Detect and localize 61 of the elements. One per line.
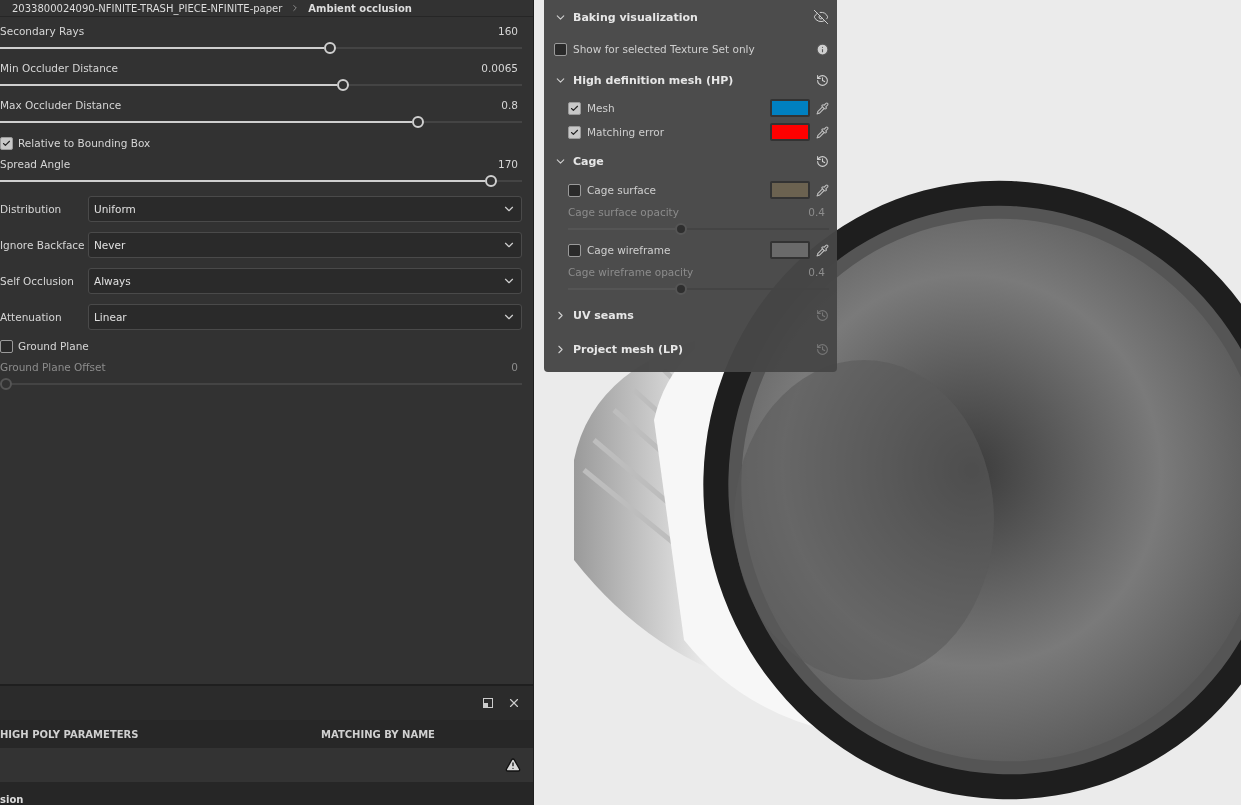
checkbox-label: Show for selected Texture Set only	[573, 43, 756, 55]
option-label: Cage surface	[587, 184, 658, 196]
slider-label: Min Occluder Distance	[0, 62, 119, 74]
column-header: MATCHING BY NAME	[321, 728, 436, 740]
slider-value: 0.4	[808, 266, 825, 278]
color-swatch[interactable]	[770, 99, 810, 117]
pipette-icon[interactable]	[816, 101, 829, 115]
check-icon	[570, 103, 579, 113]
slider-label: Secondary Rays	[0, 25, 85, 37]
field-label: Distribution	[0, 203, 63, 215]
panel-title: Baking visualization	[573, 10, 699, 24]
slider-value: 0.8	[501, 99, 518, 111]
slider-value: 170	[497, 158, 518, 170]
checkbox[interactable]	[0, 339, 13, 353]
slider-label: Max Occluder Distance	[0, 99, 122, 111]
dropdown[interactable]: Uniform	[88, 196, 522, 222]
checkbox[interactable]	[568, 243, 581, 257]
color-swatch[interactable]	[770, 241, 810, 259]
option-label: Cage wireframe	[587, 244, 672, 256]
slider-label: Cage wireframe opacity	[568, 266, 694, 278]
dropdown[interactable]: Never	[88, 232, 522, 258]
section-title[interactable]: Cage	[573, 154, 810, 168]
slider-value: 0	[511, 361, 518, 373]
pipette-icon[interactable]	[816, 183, 829, 197]
checkbox-label: Relative to Bounding Box	[18, 137, 151, 149]
slider-label: Cage surface opacity	[568, 206, 679, 218]
dropdown[interactable]: Always	[88, 268, 522, 294]
restore-icon[interactable]	[483, 698, 493, 708]
section-title[interactable]: UV seams	[573, 308, 810, 322]
pipette-icon[interactable]	[816, 125, 829, 139]
checkbox[interactable]	[554, 42, 567, 56]
checkbox[interactable]	[0, 136, 13, 150]
field-label: Self Occlusion	[0, 275, 75, 287]
column-header: HIGH POLY PARAMETERS	[0, 728, 140, 740]
row-text: sion	[0, 794, 24, 805]
info-icon[interactable]	[816, 42, 829, 56]
field-label: Attenuation	[0, 311, 63, 323]
slider-label: Ground Plane Offset	[0, 361, 106, 373]
option-label: Matching error	[587, 126, 666, 138]
breadcrumb-current: Ambient occlusion	[308, 2, 412, 14]
checkbox[interactable]	[568, 101, 581, 115]
dropdown[interactable]: Linear	[88, 304, 522, 330]
field-label: Ignore Backface	[0, 239, 86, 251]
option-label: Mesh	[587, 102, 616, 114]
color-swatch[interactable]	[770, 181, 810, 199]
checkbox[interactable]	[568, 125, 581, 139]
slider-label: Spread Angle	[0, 158, 71, 170]
pipette-icon[interactable]	[816, 243, 829, 257]
color-swatch[interactable]	[770, 123, 810, 141]
eye-off-icon[interactable]	[813, 9, 829, 25]
close-icon[interactable]	[507, 696, 521, 710]
breadcrumb-item[interactable]: 2033800024090-NFINITE-TRASH_PIECE-NFINITE-paper	[12, 2, 283, 14]
section-title[interactable]: High definition mesh (HP)	[573, 73, 810, 87]
slider-value: 160	[497, 25, 518, 37]
checkbox[interactable]	[568, 183, 581, 197]
section-title[interactable]: Project mesh (LP)	[573, 342, 810, 356]
slider-value: 0.4	[808, 206, 825, 218]
checkbox-label: Ground Plane	[18, 340, 89, 352]
check-icon	[570, 127, 579, 137]
check-icon	[2, 138, 11, 148]
slider-value: 0.0065	[481, 62, 518, 74]
